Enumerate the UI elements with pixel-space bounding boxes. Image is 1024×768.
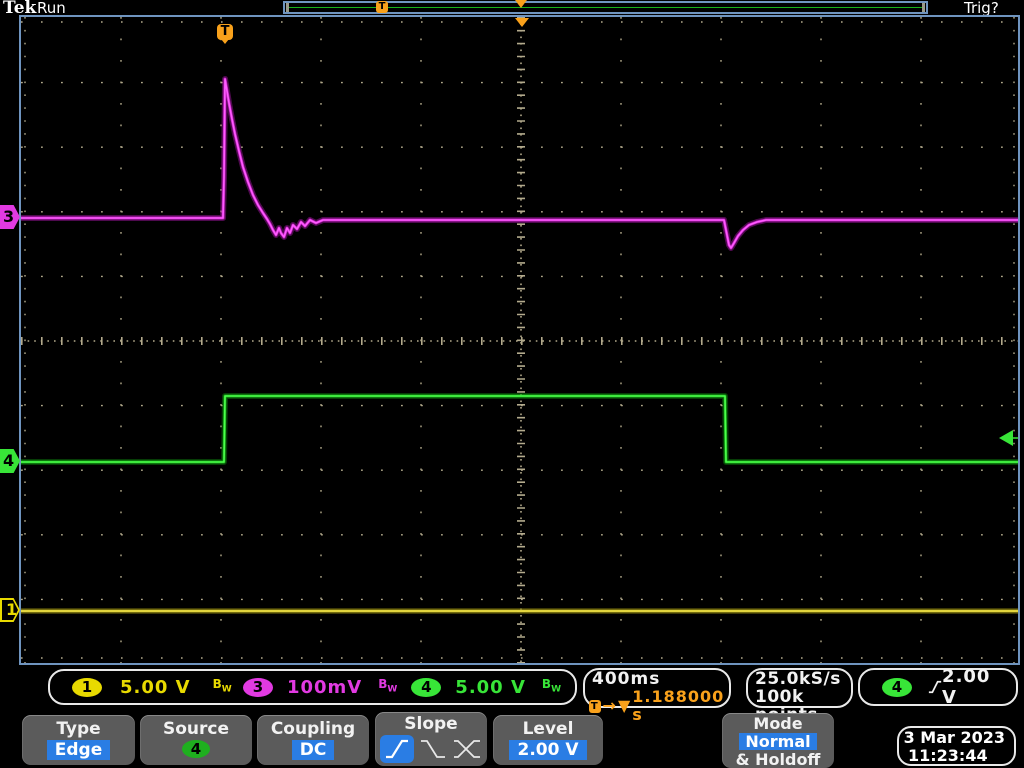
channel4-trace bbox=[21, 395, 1018, 463]
waveform-display: T bbox=[19, 15, 1020, 665]
channel4-bandwidth-icon: BW bbox=[541, 677, 561, 695]
vertical-scale-readout-box: 1 5.00 V BW 3 100mV BW 4 5.00 V BW bbox=[48, 669, 577, 705]
channel3-bandwidth-icon: BW bbox=[378, 677, 398, 695]
channel4-position-marker[interactable]: 4 bbox=[0, 449, 20, 473]
arrow-icon: → bbox=[602, 696, 617, 715]
datetime-box: 3 Mar 2023 11:23:44 bbox=[897, 726, 1016, 766]
mode-suffix: & Holdoff bbox=[735, 750, 821, 768]
channel1-badge: 1 bbox=[72, 677, 102, 697]
rising-slope-icon bbox=[386, 739, 408, 759]
horizontal-scale: 400ms bbox=[592, 669, 661, 689]
sample-rate: 25.0kS/s bbox=[755, 669, 841, 689]
level-label: Level bbox=[522, 719, 574, 739]
menu-button-level[interactable]: Level 2.00 V bbox=[493, 715, 603, 765]
level-value: 2.00 V bbox=[509, 740, 587, 760]
menu-button-mode[interactable]: Mode Normal & Holdoff bbox=[722, 713, 834, 768]
trigger-source-badge: 4 bbox=[882, 677, 912, 697]
graticule-and-traces bbox=[21, 17, 1018, 663]
trigger-level-arrow-icon[interactable] bbox=[999, 430, 1013, 446]
channel4-badge: 4 bbox=[411, 677, 442, 697]
rising-edge-icon bbox=[928, 680, 942, 694]
mode-value: Normal bbox=[739, 733, 817, 750]
trigger-delay-readout: T → ▼ 1.188000 s bbox=[585, 688, 729, 724]
channel1-position-marker[interactable]: 1 bbox=[0, 598, 20, 622]
date-label: 3 Mar 2023 bbox=[903, 728, 1005, 747]
horizontal-readout-box: 400ms T → ▼ 1.188000 s bbox=[583, 668, 731, 724]
record-view-bar: T bbox=[283, 0, 928, 14]
channel1-bandwidth-icon: BW bbox=[212, 677, 232, 695]
menu-button-source[interactable]: Source 4 bbox=[140, 715, 252, 765]
acquisition-readout-box: 25.0kS/s 100k points bbox=[746, 668, 853, 724]
source-label: Source bbox=[162, 719, 230, 739]
delay-value: 1.188000 s bbox=[632, 687, 725, 724]
channel3-scale: 100mV bbox=[286, 676, 363, 698]
trigger-position-triangle-icon[interactable] bbox=[515, 18, 529, 27]
channel4-trace bbox=[21, 394, 1018, 464]
channel1-marker-label: 1 bbox=[6, 600, 18, 619]
trigger-point-marker-icon[interactable]: T bbox=[217, 24, 233, 44]
menu-button-type[interactable]: Type Edge bbox=[22, 715, 135, 765]
coupling-value: DC bbox=[291, 740, 335, 760]
channel4-trace bbox=[21, 393, 1018, 465]
record-trigger-marker-icon[interactable]: T bbox=[376, 1, 388, 13]
channel1-scale: 5.00 V bbox=[120, 676, 191, 698]
time-label: 11:23:44 bbox=[908, 746, 988, 765]
coupling-label: Coupling bbox=[270, 719, 356, 739]
channel4-scale: 5.00 V bbox=[455, 676, 526, 698]
trigger-level-value: 2.00 V bbox=[942, 666, 991, 708]
trigger-readout-box: 4 2.00 V bbox=[858, 666, 1018, 708]
record-window-bracket-left[interactable] bbox=[286, 3, 289, 12]
type-label: Type bbox=[56, 719, 101, 739]
slope-rising-selected[interactable] bbox=[380, 735, 414, 763]
slope-label: Slope bbox=[404, 714, 458, 734]
oscilloscope-screen: Tek Run T Trig? T 3 4 1 1 5.00 V BW 3 10… bbox=[0, 0, 1024, 768]
channel3-marker-label: 3 bbox=[3, 207, 15, 226]
mode-label: Mode bbox=[753, 714, 803, 733]
record-position-triangle-icon[interactable] bbox=[515, 0, 527, 8]
trigger-tag-icon: T bbox=[589, 699, 601, 713]
channel4-marker-label: 4 bbox=[3, 451, 15, 470]
channel3-badge: 3 bbox=[242, 677, 273, 697]
menu-button-coupling[interactable]: Coupling DC bbox=[257, 715, 369, 765]
channel3-trace bbox=[21, 76, 1018, 251]
marker-icon: ▼ bbox=[617, 696, 632, 715]
record-window-bracket-right[interactable] bbox=[922, 3, 925, 12]
falling-slope-icon[interactable] bbox=[419, 738, 447, 760]
either-slope-icon[interactable] bbox=[452, 738, 482, 760]
type-value: Edge bbox=[46, 740, 111, 760]
menu-button-slope[interactable]: Slope bbox=[375, 712, 487, 766]
source-value-badge: 4 bbox=[182, 740, 210, 758]
channel3-position-marker[interactable]: 3 bbox=[0, 205, 20, 229]
